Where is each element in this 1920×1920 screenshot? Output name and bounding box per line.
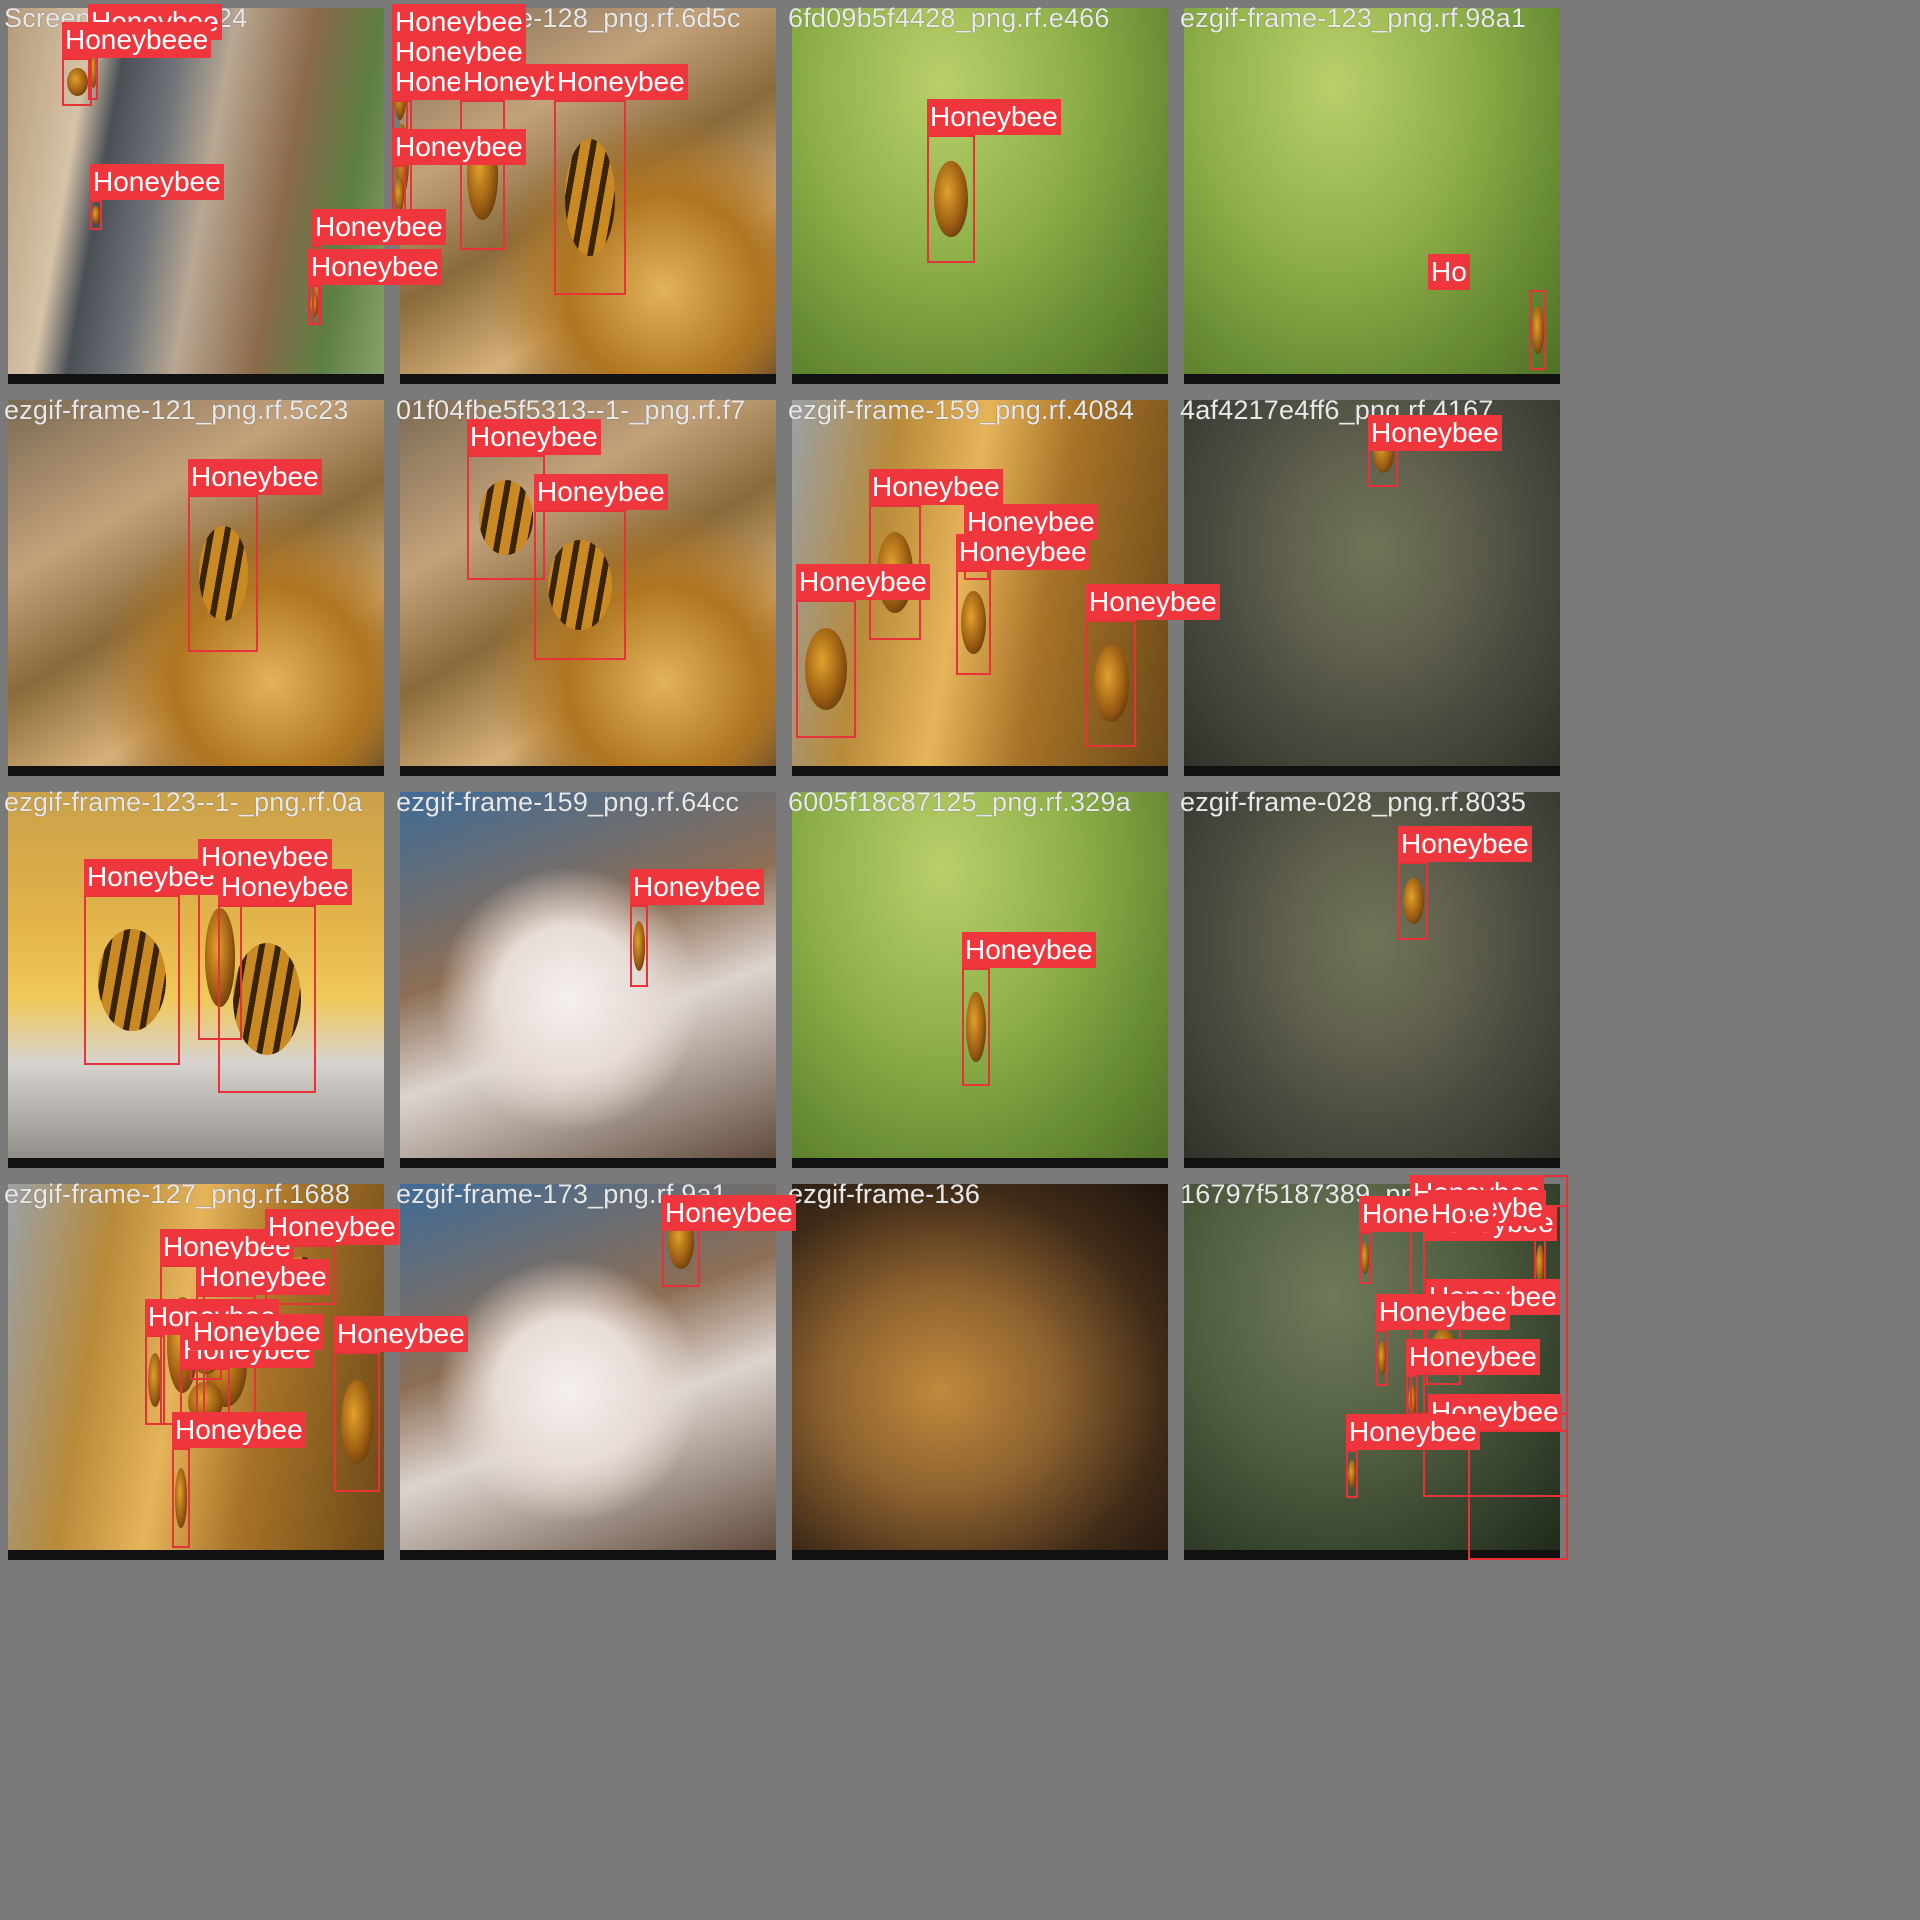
detection-box [188, 495, 258, 652]
video-bottom-bar [792, 1158, 1168, 1168]
bee-photo [792, 8, 1168, 384]
class-label: Honeybee [534, 474, 668, 510]
video-bottom-bar [400, 1550, 776, 1560]
filename-label: ezgif-frame-136 [788, 1179, 981, 1209]
class-label: Honeybee [308, 249, 442, 285]
bee-photo [792, 1184, 1168, 1560]
class-label: Honeybee [265, 1209, 399, 1245]
detection-box [1530, 290, 1546, 370]
detection-box [1468, 1430, 1568, 1560]
detection-box [218, 905, 316, 1093]
class-label: Honeybeee [62, 22, 212, 58]
video-bottom-bar [8, 374, 384, 384]
class-label: Honeybee [1376, 1294, 1510, 1330]
class-label: Honeybee [554, 64, 688, 100]
video-bottom-bar [400, 374, 776, 384]
class-label: Honeybee [1368, 415, 1502, 451]
class-label: Honeybee [90, 164, 224, 200]
detection-box [962, 968, 990, 1086]
class-label: Honeybee [1398, 826, 1532, 862]
class-label: Honeybee [796, 564, 930, 600]
class-label: Honeybee [1346, 1414, 1480, 1450]
class-label: Ho [1428, 1196, 1470, 1232]
video-bottom-bar [1184, 1158, 1560, 1168]
filename-label: 6005f18c87125_png.rf.329a [788, 787, 1131, 817]
filename-label: ezgif-frame-127_png.rf.1688 [4, 1179, 351, 1209]
video-bottom-bar [8, 1550, 384, 1560]
class-label: Honeybee [188, 459, 322, 495]
video-bottom-bar [8, 766, 384, 776]
detection-box [334, 1352, 380, 1492]
detection-box [1346, 1450, 1358, 1498]
video-bottom-bar [792, 1550, 1168, 1560]
detection-box [62, 58, 92, 106]
detection-box [956, 570, 991, 675]
class-label: Honeybee [334, 1316, 468, 1352]
detection-box [554, 100, 626, 295]
class-label: Honeybee [190, 1314, 324, 1350]
detection-box [172, 1448, 190, 1548]
filename-label: ezgif-frame-123--1-_png.rf.0a [4, 787, 363, 817]
class-label: Honeybee [312, 209, 446, 245]
detection-box [460, 100, 505, 250]
class-label: Honeybee [196, 1259, 330, 1295]
detection-box [84, 895, 180, 1065]
class-label: Honeybee [172, 1412, 306, 1448]
bee-photo [1184, 8, 1560, 384]
filename-label: ezgif-frame-123_png.rf.98a1 [1180, 3, 1527, 33]
image-tile: ezgif-frame-136 [784, 1176, 1176, 1568]
bee-photo [400, 792, 776, 1168]
class-label: Honeybee [392, 129, 526, 165]
image-tile: ezgif-frame-159_png.rf.64cc [392, 784, 784, 1176]
image-tile: ezgif-frame-123_png.rf.98a1 [1176, 0, 1568, 392]
detection-box [1086, 620, 1136, 747]
detection-box [1376, 1330, 1388, 1386]
video-bottom-bar [1184, 766, 1560, 776]
video-bottom-bar [8, 1158, 384, 1168]
class-label: Honeybee [218, 869, 352, 905]
detection-box [796, 600, 856, 738]
image-tile: ezgif-frame-173_png.rf.9a1 [392, 1176, 784, 1568]
video-bottom-bar [400, 766, 776, 776]
detection-box [927, 135, 975, 263]
video-bottom-bar [1184, 374, 1560, 384]
detection-box [630, 905, 648, 987]
filename-label: 6fd09b5f4428_png.rf.e466 [788, 3, 1110, 33]
video-bottom-bar [400, 1158, 776, 1168]
class-label: Honeybee [630, 869, 764, 905]
class-label: Honeybee [1359, 1196, 1493, 1232]
video-bottom-bar [792, 374, 1168, 384]
bee-photo [400, 1184, 776, 1560]
class-label: Honeybee [1406, 1339, 1540, 1375]
filename-label: ezgif-frame-121_png.rf.5c23 [4, 395, 349, 425]
detection-box [90, 200, 102, 230]
detection-box [1359, 1232, 1371, 1284]
class-label: Honeybee [467, 419, 601, 455]
class-label: Honeybee [927, 99, 1061, 135]
filename-label: ezgif-frame-159_png.rf.4084 [788, 395, 1135, 425]
class-label: Ho [1428, 254, 1470, 290]
filename-label: ezgif-frame-028_png.rf.8035 [1180, 787, 1527, 817]
class-label: Honeybee [956, 534, 1090, 570]
image-tile: ezgif-frame-123--1-_png.rf.0a [0, 784, 392, 1176]
class-label: Honeybee [1086, 584, 1220, 620]
filename-label: ezgif-frame-159_png.rf.64cc [396, 787, 740, 817]
detection-box [308, 285, 320, 325]
image-tile: 6fd09b5f4428_png.rf.e466 [784, 0, 1176, 392]
class-label: Honeybee [662, 1195, 796, 1231]
detection-box [534, 510, 626, 660]
class-label: Honeybee [962, 932, 1096, 968]
video-bottom-bar [792, 766, 1168, 776]
detection-box [1398, 862, 1428, 940]
detection-box [145, 1335, 165, 1425]
class-label: Honeybee [869, 469, 1003, 505]
